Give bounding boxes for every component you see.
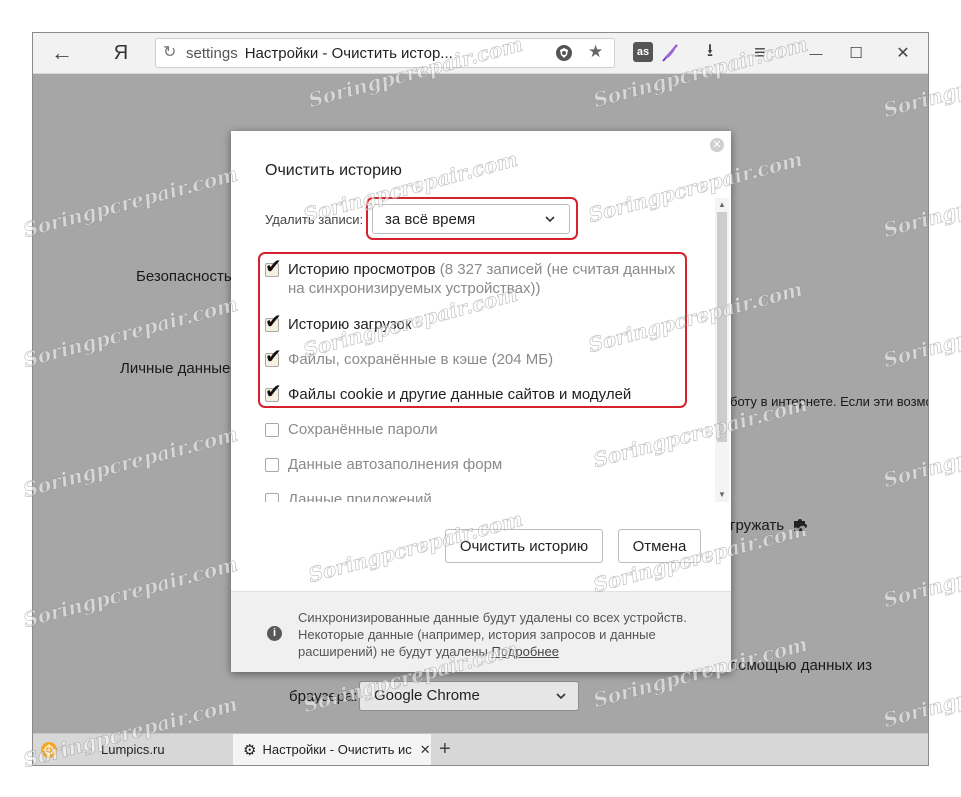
- protect-icon[interactable]: [556, 45, 572, 61]
- address-page-title: Настройки - Очистить истор...: [244, 45, 453, 62]
- tab-lumpics[interactable]: Lumpics.ru: [33, 734, 233, 765]
- lastfm-label: as: [636, 46, 650, 58]
- downloads-button[interactable]: ⭳: [697, 39, 723, 67]
- yandex-logo-button[interactable]: Я: [109, 39, 133, 67]
- checkbox-unchecked[interactable]: [265, 423, 279, 437]
- hamburger-menu-icon: ≡: [754, 41, 766, 64]
- more-info-link[interactable]: Подробнее: [492, 644, 559, 659]
- plus-icon: +: [439, 738, 451, 760]
- tab-label: Настройки - Очистить ис: [262, 742, 412, 757]
- partial-load-text: гружать: [730, 517, 785, 534]
- feather-extension-icon[interactable]: [657, 39, 683, 67]
- address-bar[interactable]: ↻ settings Настройки - Очистить истор... …: [155, 38, 615, 68]
- partial-description-text: боту в интернете. Если эти возмож: [730, 394, 928, 409]
- delete-records-label: Удалить записи:: [265, 212, 364, 227]
- lastfm-extension-icon[interactable]: as: [633, 42, 653, 62]
- period-highlight-frame: [366, 197, 578, 240]
- close-dialog-icon[interactable]: ✕: [710, 138, 724, 152]
- maximize-button[interactable]: ☐: [841, 39, 871, 67]
- close-icon: ✕: [896, 45, 910, 62]
- clear-history-dialog: ✕ Очистить историю Удалить записи: за вс…: [231, 131, 731, 672]
- options-highlight-frame: [258, 252, 687, 408]
- address-host: settings: [186, 45, 238, 62]
- dialog-footer: i Синхронизированные данные будут удален…: [231, 591, 731, 672]
- browser-select-value: Google Chrome: [374, 687, 480, 704]
- dialog-title: Очистить историю: [265, 162, 402, 179]
- tab-settings[interactable]: ⚙ Настройки - Очистить ис ✕: [233, 734, 431, 765]
- clear-history-button[interactable]: Очистить историю: [445, 529, 603, 563]
- back-button[interactable]: ←: [47, 39, 77, 67]
- option-saved-passwords[interactable]: Сохранённые пароли: [265, 420, 438, 439]
- partial-import-text: помощью данных из: [730, 657, 873, 674]
- options-scrollbar[interactable]: ▲ ▼: [715, 198, 729, 502]
- browser-toolbar: ← Я ↻ settings Настройки - Очистить истор…: [33, 33, 928, 74]
- sync-notice-text: Синхронизированные данные будут удалены …: [298, 610, 687, 659]
- menu-button[interactable]: ≡: [747, 39, 773, 67]
- puzzle-plugin-icon: [791, 515, 809, 538]
- scroll-down-arrow-icon[interactable]: ▼: [715, 490, 729, 499]
- browser-import-select[interactable]: Google Chrome: [359, 681, 579, 711]
- option-label: Данные приложений: [288, 491, 432, 502]
- security-section-label: Безопасность: [136, 268, 232, 285]
- maximize-icon: ☐: [849, 45, 863, 62]
- option-autofill-data[interactable]: Данные автозаполнения форм: [265, 455, 502, 474]
- option-label: Сохранённые пароли: [288, 421, 438, 438]
- lumpics-favicon-icon: [41, 741, 57, 758]
- personal-data-section-label: Личные данные: [120, 360, 231, 377]
- cancel-button-label: Отмена: [632, 537, 687, 555]
- tab-label: Lumpics.ru: [101, 742, 165, 757]
- close-tab-icon[interactable]: ✕: [420, 742, 431, 758]
- checkbox-unchecked[interactable]: [265, 458, 279, 472]
- chevron-down-icon: [556, 693, 566, 700]
- tab-bar: Lumpics.ru ⚙ Настройки - Очистить ис ✕ +: [33, 733, 928, 765]
- new-tab-button[interactable]: +: [439, 734, 459, 765]
- cancel-button[interactable]: Отмена: [618, 529, 701, 563]
- back-arrow-icon: ←: [51, 40, 73, 65]
- clear-history-button-label: Очистить историю: [459, 537, 589, 555]
- bookmark-star-icon[interactable]: ★: [588, 42, 603, 62]
- checkbox-unchecked[interactable]: [265, 493, 279, 502]
- minimize-button[interactable]: —: [801, 39, 831, 67]
- option-label: Данные автозаполнения форм: [288, 456, 503, 473]
- option-app-data[interactable]: Данные приложений: [265, 490, 432, 502]
- info-icon: i: [267, 626, 282, 641]
- browser-import-label: браузера:: [289, 688, 358, 705]
- scroll-up-arrow-icon[interactable]: ▲: [715, 200, 729, 209]
- yandex-logo-icon: Я: [113, 41, 129, 64]
- download-icon: ⭳: [706, 40, 714, 60]
- minimize-icon: —: [809, 45, 823, 61]
- reload-icon[interactable]: ↻: [163, 42, 176, 62]
- scrollbar-thumb[interactable]: [717, 212, 727, 442]
- close-window-button[interactable]: ✕: [888, 39, 918, 67]
- address-text: settings Настройки - Очистить истор...: [186, 45, 453, 62]
- gear-icon: ⚙: [243, 741, 257, 759]
